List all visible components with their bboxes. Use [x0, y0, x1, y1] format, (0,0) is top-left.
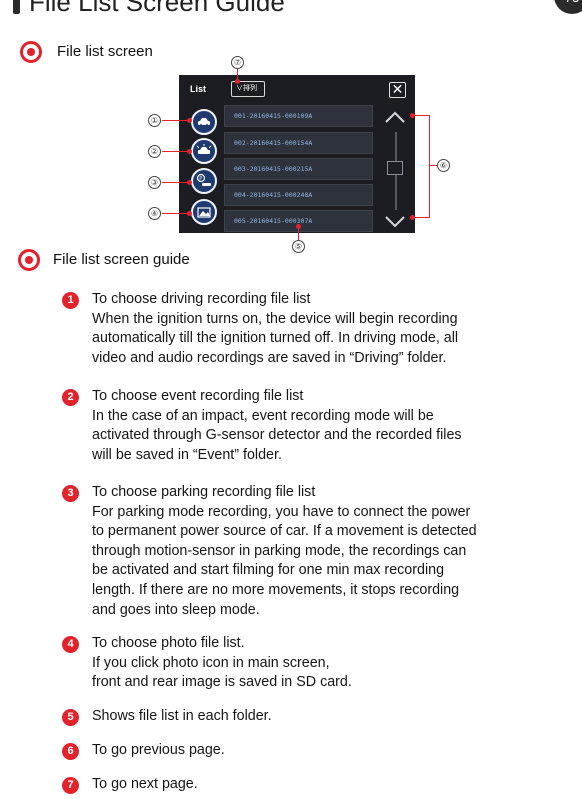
file-row[interactable]: 004-20160415-000248A — [224, 184, 373, 206]
driving-recording-icon — [198, 118, 210, 127]
scroll-thumb[interactable] — [387, 161, 403, 175]
header-accent-bar — [13, 0, 20, 14]
guide-number-badge: 6 — [62, 743, 79, 760]
callout-bracket — [429, 115, 430, 218]
parking-recording-button[interactable]: P — [191, 168, 217, 194]
file-row[interactable]: 002-20160415-000154A — [224, 132, 373, 154]
scroll-down-button[interactable] — [381, 211, 409, 231]
callout-dot — [187, 149, 192, 154]
guide-item-4: To choose photo file list. If you click p… — [92, 635, 352, 691]
guide-item-7: To go next page. — [92, 776, 198, 792]
guide-number-badge: 3 — [62, 485, 79, 502]
callout-line — [414, 115, 430, 116]
guide-number-badge: 7 — [62, 777, 79, 794]
callout-1: ① — [148, 114, 161, 127]
guide-number-badge: 5 — [62, 709, 79, 726]
callout-5: ⑤ — [292, 240, 305, 253]
guide-item-3: To choose parking recording file list For… — [92, 484, 477, 618]
callout-line — [162, 151, 189, 152]
guide-number-badge: 2 — [62, 389, 79, 406]
file-row[interactable]: 003-20160415-000215A — [224, 158, 373, 180]
guide-item-1: To choose driving recording file list Whe… — [92, 291, 459, 366]
callout-dot — [187, 211, 192, 216]
callout-dot — [187, 118, 192, 123]
section-bullet-icon — [20, 41, 42, 63]
callout-line — [162, 213, 189, 214]
close-button[interactable]: ✕ — [389, 82, 406, 98]
callout-3: ③ — [148, 176, 161, 189]
guide-item-6: To go previous page. — [92, 742, 225, 758]
sort-label: 排列 — [243, 85, 257, 92]
callout-6: ⑥ — [437, 159, 450, 172]
callout-2: ② — [148, 145, 161, 158]
callout-4: ④ — [148, 207, 161, 220]
event-recording-button[interactable] — [191, 138, 217, 164]
device-screen: List ∨排列 ✕ P 001-20160415-000109A 002-20… — [179, 75, 415, 233]
section-title-file-list-screen-guide: File list screen guide — [53, 251, 190, 268]
list-label: List — [190, 84, 207, 94]
scroll-up-button[interactable] — [381, 108, 409, 128]
driving-recording-button[interactable] — [191, 109, 217, 135]
chevron-down-icon: ∨ — [236, 85, 243, 92]
callout-dot — [187, 180, 192, 185]
guide-item-5: Shows file list in each folder. — [92, 708, 272, 724]
page-number: 73 — [554, 0, 582, 14]
guide-number-badge: 1 — [62, 292, 79, 309]
guide-number-badge: 4 — [62, 636, 79, 653]
photo-button[interactable] — [191, 199, 217, 225]
guide-item-2: To choose event recording file list In th… — [92, 388, 462, 463]
callout-7: ⑦ — [231, 56, 244, 69]
parking-recording-icon: P — [196, 173, 211, 186]
chevron-up-icon — [385, 111, 405, 123]
callout-line — [414, 217, 430, 218]
svg-text:P: P — [199, 176, 202, 182]
chevron-down-icon — [385, 216, 405, 228]
callout-line — [162, 120, 189, 121]
page-title: File List Screen Guide — [29, 0, 285, 17]
file-row[interactable]: 001-20160415-000109A — [224, 105, 373, 127]
callout-line — [162, 182, 189, 183]
callout-dot — [235, 79, 240, 84]
section-title-file-list-screen: File list screen — [57, 43, 153, 60]
event-recording-icon — [196, 144, 212, 154]
photo-icon — [197, 207, 211, 218]
section-bullet-icon — [18, 249, 40, 271]
